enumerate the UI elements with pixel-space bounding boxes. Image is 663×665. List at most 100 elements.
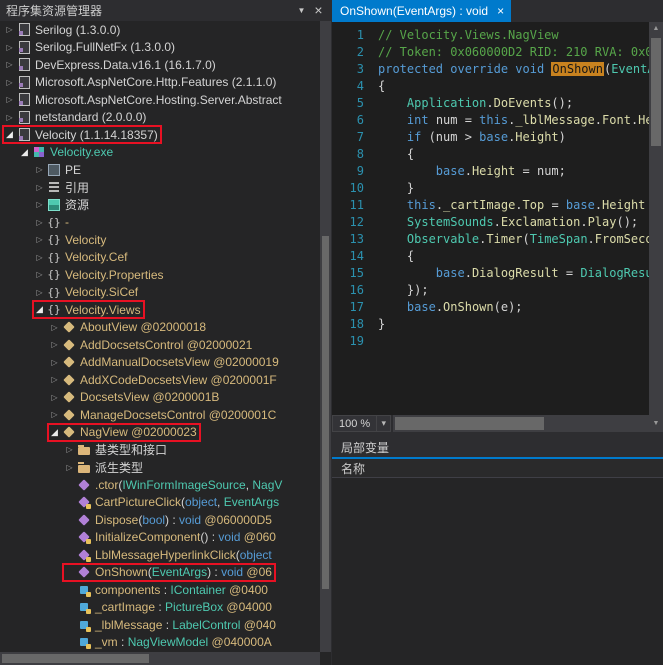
expander-icon[interactable]: ▷: [3, 25, 16, 34]
scrollbar-thumb[interactable]: [322, 236, 329, 589]
tree-item[interactable]: ▷ Serilog (1.3.0.0): [0, 21, 320, 39]
tree-item[interactable]: ▷Microsoft.AspNetCore.Http.Features (2.1…: [0, 74, 320, 92]
scroll-down-icon[interactable]: ▼: [649, 415, 663, 432]
tree-item[interactable]: ▷引用: [0, 179, 320, 197]
text-segment: InitializeComponent: [95, 530, 200, 544]
text-segment: Serilog (1.3.0.0): [35, 23, 120, 37]
tree-item-content: Dispose(bool) : void @060000D5: [63, 511, 275, 528]
tree-item[interactable]: ▷ManageDocsetsControl @0200001C: [0, 406, 320, 424]
zoom-dropdown-icon[interactable]: ▾: [377, 415, 391, 432]
column-header-name[interactable]: 名称: [341, 460, 365, 477]
expander-icon[interactable]: ▷: [63, 445, 76, 454]
expander-icon[interactable]: ▷: [33, 288, 46, 297]
tree-item[interactable]: ▷DevExpress.Data.v16.1 (16.1.7.0): [0, 56, 320, 74]
tree-item[interactable]: ▷ netstandard (2.0.0.0): [0, 109, 320, 127]
tree-item[interactable]: .ctor(IWinFormImageSource, NagV: [0, 476, 320, 494]
tree-item[interactable]: ▷基类型和接口: [0, 441, 320, 459]
expander-icon[interactable]: ▷: [33, 200, 46, 209]
tree-item[interactable]: ◢Velocity.Views: [0, 301, 320, 319]
expander-icon[interactable]: ◢: [48, 427, 61, 438]
expander-icon[interactable]: ▷: [48, 323, 61, 332]
tree-item[interactable]: ▷DocsetsView @0200001B: [0, 389, 320, 407]
expander-icon[interactable]: ▷: [33, 218, 46, 227]
scrollbar-thumb[interactable]: [651, 38, 661, 146]
tree-item-label: LblMessageHyperlinkClick(object: [95, 548, 272, 562]
text-segment: netstandard (2.0.0.0): [35, 110, 146, 124]
text-segment: DocsetsView: [80, 390, 149, 404]
expander-icon[interactable]: ▷: [33, 235, 46, 244]
tree-horizontal-scrollbar[interactable]: [0, 652, 320, 665]
assembly-tree[interactable]: ▷ Serilog (1.3.0.0) ▷Serilog.FullNetFx (1.…: [0, 21, 320, 652]
code-line: 8 {: [332, 146, 649, 163]
expander-icon[interactable]: ▷: [48, 358, 61, 367]
tree-item[interactable]: ▷Velocity.Cef: [0, 249, 320, 267]
tree-item[interactable]: LblMessageHyperlinkClick(object: [0, 546, 320, 564]
expander-icon[interactable]: ▷: [48, 393, 61, 402]
window-position-icon[interactable]: ▼: [293, 0, 310, 21]
tree-item[interactable]: ◢Velocity (1.1.14.18357): [0, 126, 320, 144]
expander-icon[interactable]: ▷: [33, 253, 46, 262]
editor-vertical-scrollbar[interactable]: ▲: [649, 22, 663, 415]
tree-item[interactable]: ▷Velocity.Properties: [0, 266, 320, 284]
expander-icon[interactable]: ▷: [3, 95, 16, 104]
tree-item[interactable]: _cartImage : PictureBox @04000: [0, 599, 320, 617]
expander-icon[interactable]: ▷: [33, 270, 46, 279]
tree-item[interactable]: ▷Serilog.FullNetFx (1.3.0.0): [0, 39, 320, 57]
method-icon: [76, 529, 92, 545]
text-segment: ManageDocsetsControl: [80, 408, 205, 422]
tree-item[interactable]: Dispose(bool) : void @060000D5: [0, 511, 320, 529]
tree-item[interactable]: ▷Velocity: [0, 231, 320, 249]
expander-icon[interactable]: ▷: [3, 43, 16, 52]
tab-close-icon[interactable]: ×: [497, 5, 504, 17]
tree-item-content: ▷AddManualDocsetsView @02000019: [48, 354, 282, 371]
editor-horizontal-scrollbar[interactable]: [393, 415, 649, 432]
tree-item[interactable]: ▷派生类型: [0, 459, 320, 477]
tree-item[interactable]: ▷AboutView @02000018: [0, 319, 320, 337]
tree-item-label: _cartImage : PictureBox @04000: [95, 600, 272, 614]
tree-item[interactable]: ▷Velocity.SiCef: [0, 284, 320, 302]
expander-icon[interactable]: ▷: [48, 340, 61, 349]
tree-item[interactable]: components : IContainer @0400: [0, 581, 320, 599]
tree-item-content: ▷ManageDocsetsControl @0200001C: [48, 406, 279, 423]
code-editor[interactable]: 1// Velocity.Views.NagView2// Token: 0x0…: [332, 22, 663, 415]
text-segment: @02000019: [210, 355, 279, 369]
tree-item[interactable]: OnShown(EventArgs) : void @06: [0, 564, 320, 582]
expander-icon[interactable]: ▷: [33, 165, 46, 174]
tree-item[interactable]: ◢Velocity.exe: [0, 144, 320, 162]
tree-item[interactable]: InitializeComponent() : void @060: [0, 529, 320, 547]
tree-item[interactable]: CartPictureClick(object, EventArgs: [0, 494, 320, 512]
expander-icon[interactable]: ▷: [3, 113, 16, 122]
tree-item[interactable]: _vm : NagViewModel @040000A: [0, 634, 320, 652]
text-segment: [378, 96, 407, 110]
tree-item[interactable]: ▷PE: [0, 161, 320, 179]
expander-icon[interactable]: ◢: [3, 129, 16, 140]
class-icon: [61, 424, 77, 440]
scrollbar-thumb[interactable]: [2, 654, 149, 663]
panel-close-icon[interactable]: ×: [310, 0, 327, 21]
expander-icon[interactable]: ◢: [18, 147, 31, 158]
zoom-level-select[interactable]: 100 %: [332, 415, 377, 432]
tree-item[interactable]: ▷-: [0, 214, 320, 232]
tree-vertical-scrollbar[interactable]: [320, 21, 331, 652]
tree-item[interactable]: ▷AddDocsetsControl @02000021: [0, 336, 320, 354]
tab-onshown[interactable]: OnShown(EventArgs) : void ×: [332, 0, 511, 22]
expander-icon[interactable]: ▷: [3, 60, 16, 69]
expander-icon[interactable]: ▷: [3, 78, 16, 87]
scroll-up-icon[interactable]: ▲: [649, 22, 663, 35]
tree-item[interactable]: ▷资源: [0, 196, 320, 214]
code-view[interactable]: 1// Velocity.Views.NagView2// Token: 0x0…: [332, 22, 649, 415]
tree-item[interactable]: ▷AddXCodeDocsetsView @0200001F: [0, 371, 320, 389]
text-segment: base: [566, 198, 595, 212]
tree-item[interactable]: ◢NagView @02000023: [0, 424, 320, 442]
scrollbar-thumb[interactable]: [395, 417, 543, 430]
expander-icon[interactable]: ▷: [48, 375, 61, 384]
expander-icon[interactable]: ▷: [33, 183, 46, 192]
tree-item[interactable]: ▷AddManualDocsetsView @02000019: [0, 354, 320, 372]
code-line: 10 }: [332, 180, 649, 197]
tree-item[interactable]: _lblMessage : LabelControl @040: [0, 616, 320, 634]
expander-icon[interactable]: ◢: [33, 304, 46, 315]
expander-icon[interactable]: ▷: [48, 410, 61, 419]
tree-item-content: _vm : NagViewModel @040000A: [63, 634, 275, 651]
expander-icon[interactable]: ▷: [63, 463, 76, 472]
tree-item[interactable]: ▷Microsoft.AspNetCore.Hosting.Server.Abs…: [0, 91, 320, 109]
